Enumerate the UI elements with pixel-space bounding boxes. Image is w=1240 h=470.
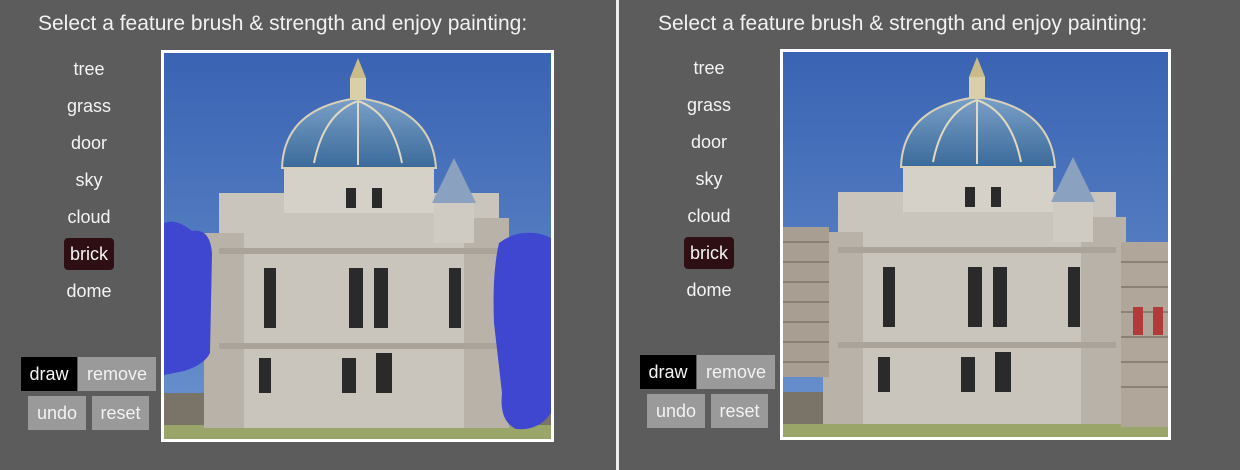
brush-sky[interactable]: sky [690, 163, 729, 195]
brush-grass[interactable]: grass [61, 90, 117, 122]
brush-cloud[interactable]: cloud [61, 201, 116, 233]
draw-button[interactable]: draw [640, 355, 696, 389]
brush-list: tree grass door sky cloud brick dome [620, 52, 798, 311]
brush-grass[interactable]: grass [681, 89, 737, 121]
panel-divider [616, 0, 619, 470]
brush-door[interactable]: door [685, 126, 733, 158]
brush-cloud[interactable]: cloud [681, 200, 736, 232]
paint-canvas[interactable] [780, 49, 1171, 440]
draw-button[interactable]: draw [21, 357, 77, 391]
remove-button[interactable]: remove [697, 355, 775, 389]
right-panel: Select a feature brush & strength and en… [620, 0, 1240, 470]
remove-button[interactable]: remove [78, 357, 156, 391]
brush-dome[interactable]: dome [680, 274, 737, 306]
brush-brick[interactable]: brick [683, 237, 734, 269]
paint-canvas[interactable] [161, 50, 554, 442]
brush-tree[interactable]: tree [687, 52, 730, 84]
brush-list: tree grass door sky cloud brick dome [0, 53, 178, 312]
brush-dome[interactable]: dome [60, 275, 117, 307]
brush-door[interactable]: door [65, 127, 113, 159]
reset-button[interactable]: reset [92, 396, 149, 430]
reset-button[interactable]: reset [711, 394, 768, 428]
brush-tree[interactable]: tree [67, 53, 110, 85]
panel-title: Select a feature brush & strength and en… [658, 12, 1148, 35]
brush-brick[interactable]: brick [63, 238, 114, 270]
undo-button[interactable]: undo [647, 394, 705, 428]
panel-title: Select a feature brush & strength and en… [38, 12, 528, 35]
brush-sky[interactable]: sky [70, 164, 109, 196]
canvas-image [783, 52, 1168, 437]
canvas-image [164, 53, 551, 439]
undo-button[interactable]: undo [28, 396, 86, 430]
left-panel: Select a feature brush & strength and en… [0, 0, 616, 470]
